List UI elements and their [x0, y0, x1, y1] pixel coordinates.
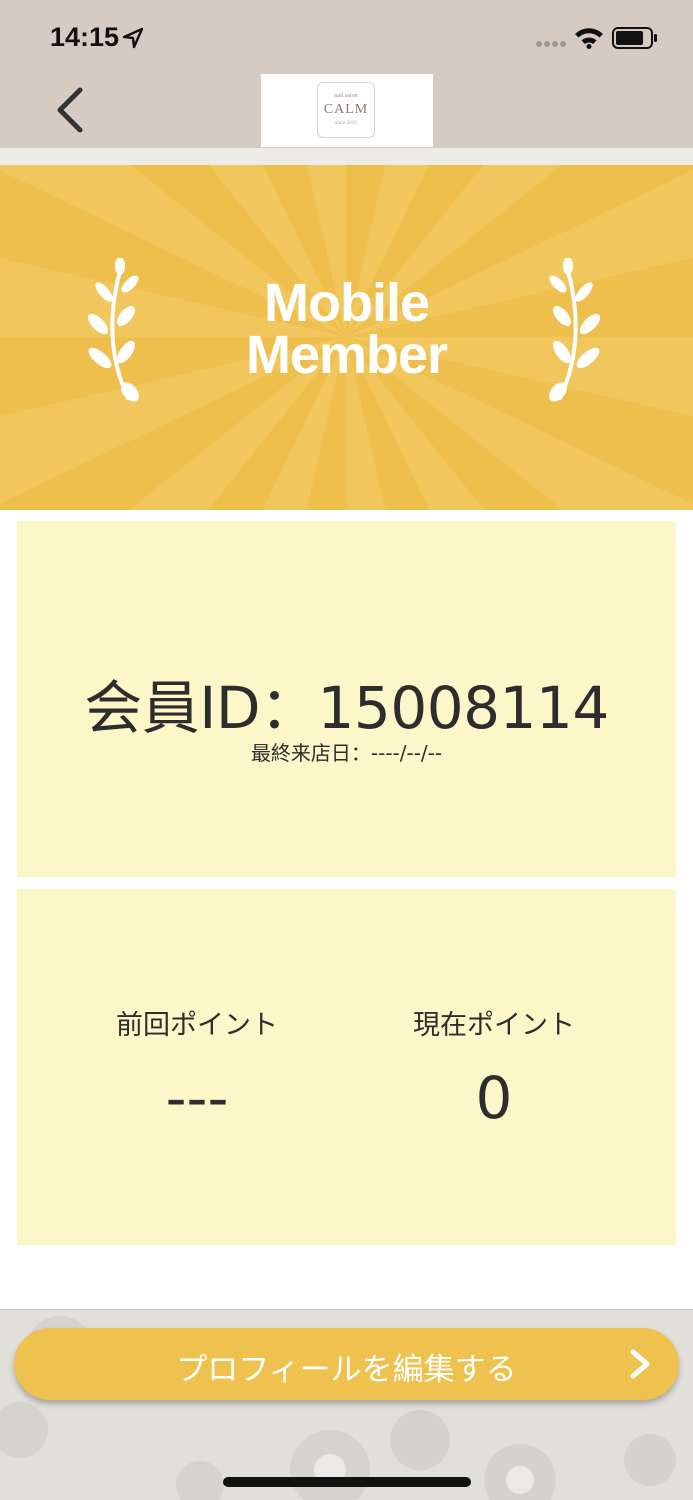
last-visit-date: 最終来店日：----/--/-- — [250, 741, 443, 765]
laurel-right-icon — [549, 258, 601, 402]
previous-points-label: 前回ポイント — [116, 1010, 278, 1041]
edit-profile-label: プロフィールを編集する — [176, 1352, 517, 1388]
wifi-icon — [575, 28, 603, 49]
member-id-card: 会員ID：15008114 最終来店日：----/--/-- — [17, 521, 676, 877]
points-card: 前回ポイント --- 現在ポイント 0 — [17, 889, 676, 1245]
battery-icon — [612, 27, 657, 49]
previous-points-value: --- — [165, 1064, 229, 1132]
logo-top-text: nail salon — [334, 93, 358, 99]
current-points: 現在ポイント 0 — [349, 1003, 639, 1132]
divider-strip — [0, 148, 693, 165]
mobile-member-banner: Mobile Member — [0, 165, 693, 510]
edit-profile-button[interactable]: プロフィールを編集する — [14, 1328, 679, 1400]
logo-frame: nail salon CALM since 2019 — [317, 82, 375, 138]
chevron-right-icon — [630, 1349, 650, 1379]
back-chevron-icon[interactable] — [52, 86, 88, 134]
status-time: 14:15 — [50, 22, 120, 52]
location-arrow-icon — [122, 27, 144, 49]
brand-logo: nail salon CALM since 2019 — [261, 74, 433, 147]
current-points-label: 現在ポイント — [413, 1010, 575, 1041]
logo-text: CALM — [323, 102, 369, 117]
logo-sub-text: since 2019 — [335, 121, 357, 126]
top-bar: 14:15 nail salon CALM since 2019 — [0, 0, 693, 148]
previous-points: 前回ポイント --- — [52, 1003, 342, 1132]
current-points-value: 0 — [475, 1064, 513, 1132]
member-id: 会員ID：15008114 — [84, 674, 609, 742]
signal-icon — [536, 41, 566, 47]
home-indicator[interactable] — [223, 1477, 471, 1487]
